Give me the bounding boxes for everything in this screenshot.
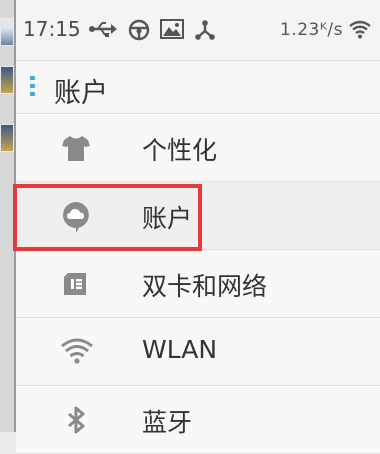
- share-icon: [194, 19, 216, 41]
- settings-item-label: 个性化: [142, 136, 218, 165]
- phone-screen: 17:15 1.23ᴷ/s 账户 个性化 账户 双卡和网络 WLAN 蓝牙: [16, 0, 380, 454]
- status-time: 17:15: [23, 17, 81, 41]
- settings-header: 账户: [16, 61, 380, 114]
- gallery-icon: [160, 19, 184, 41]
- status-icons: [88, 19, 216, 41]
- settings-item-bluetooth[interactable]: 蓝牙: [16, 386, 380, 454]
- settings-item-label: 双卡和网络: [142, 272, 268, 301]
- usb-icon: [88, 19, 118, 41]
- wifi-icon: [60, 336, 93, 368]
- settings-list: 个性化 账户 双卡和网络 WLAN 蓝牙: [16, 114, 380, 454]
- background-thumbnail: [0, 66, 14, 94]
- wifi-icon: [348, 19, 372, 43]
- page-title: 账户: [54, 78, 108, 109]
- settings-item-personalization[interactable]: 个性化: [16, 114, 380, 182]
- tshirt-icon: [60, 132, 92, 164]
- cloud-account-icon: [60, 200, 92, 233]
- settings-item-dual-sim-network[interactable]: 双卡和网络: [16, 250, 380, 318]
- status-bar: 17:15 1.23ᴷ/s: [16, 0, 380, 61]
- network-speed: 1.23ᴷ/s: [280, 20, 343, 40]
- settings-item-account[interactable]: 账户: [16, 182, 380, 250]
- background-thumbnail: [0, 124, 14, 152]
- background-thumbnail: [0, 18, 14, 46]
- settings-item-wlan[interactable]: WLAN: [16, 318, 380, 386]
- settings-item-label: 账户: [142, 204, 193, 233]
- steering-wheel-icon: [128, 19, 150, 41]
- sim-card-icon: [60, 268, 92, 300]
- menu-icon[interactable]: [30, 76, 36, 98]
- settings-item-label: 蓝牙: [142, 408, 193, 437]
- background-window: [0, 0, 16, 432]
- bluetooth-icon: [60, 404, 92, 436]
- settings-item-label: WLAN: [142, 335, 218, 364]
